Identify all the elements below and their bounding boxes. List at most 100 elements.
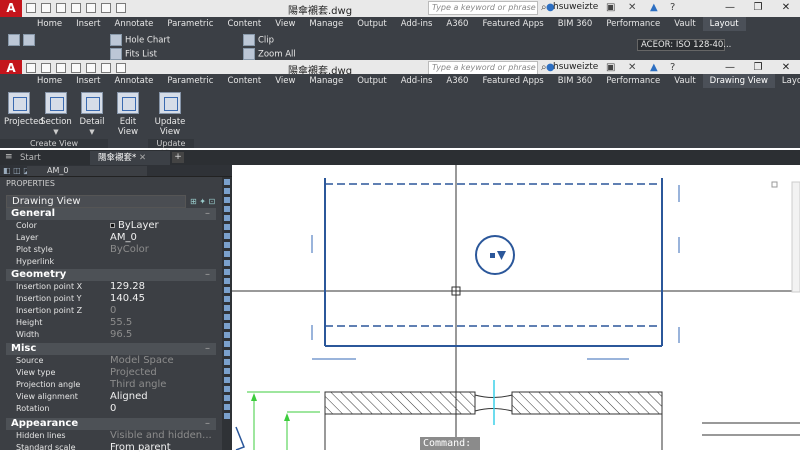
tool-icon[interactable]	[224, 296, 230, 302]
tab-annotate[interactable]: Annotate	[108, 74, 161, 88]
tab-home[interactable]: Home	[30, 17, 69, 31]
app-logo[interactable]: A	[0, 0, 22, 17]
collapse-icon[interactable]: –	[205, 418, 210, 430]
drawing-canvas[interactable]	[232, 165, 800, 450]
prop-row[interactable]: Standard scale From parent	[6, 442, 216, 454]
zoom-all-button[interactable]: Zoom All	[243, 48, 296, 60]
tab-output[interactable]: Output	[350, 74, 394, 88]
tab-manage[interactable]: Manage	[302, 17, 350, 31]
section-general[interactable]: General –	[6, 208, 216, 220]
tab-a360[interactable]: A360	[439, 74, 475, 88]
tab-annotate[interactable]: Annotate	[108, 17, 161, 31]
tab-vault[interactable]: Vault	[667, 17, 702, 31]
tool-icon[interactable]	[224, 188, 230, 194]
prop-row[interactable]: Color ByLayer	[6, 220, 216, 232]
search-input-front[interactable]: Type a keyword or phrase	[428, 61, 538, 75]
edit-view-button[interactable]: Edit View	[114, 92, 142, 137]
tab-bim360[interactable]: BIM 360	[551, 17, 600, 31]
tool-icon[interactable]	[224, 269, 230, 275]
cart-icon[interactable]: ▣	[606, 2, 615, 13]
open-icon[interactable]	[41, 3, 51, 13]
tab-layout[interactable]: Layout	[702, 17, 746, 31]
section-misc[interactable]: Misc –	[6, 343, 216, 355]
tool-icon[interactable]	[224, 341, 230, 347]
a360-icon[interactable]: ▲	[650, 62, 658, 73]
tab-vault[interactable]: Vault	[667, 74, 702, 88]
tool-icon[interactable]	[224, 323, 230, 329]
open-icon[interactable]	[41, 63, 51, 73]
exchange-icon[interactable]: ✕	[628, 62, 636, 73]
tab-parametric[interactable]: Parametric	[160, 74, 220, 88]
tool-icon[interactable]	[224, 260, 230, 266]
prop-row[interactable]: Width 96.5	[6, 329, 216, 341]
prop-row[interactable]: Rotation 0	[6, 403, 216, 415]
collapse-icon[interactable]: –	[205, 269, 210, 281]
tool-icon[interactable]	[224, 287, 230, 293]
undo-icon[interactable]	[101, 3, 111, 13]
print-icon[interactable]	[86, 63, 96, 73]
tool-icon[interactable]	[224, 206, 230, 212]
tab-a360[interactable]: A360	[439, 17, 475, 31]
prop-row[interactable]: Height 55.5	[6, 317, 216, 329]
standard-dropdown[interactable]: ACEOR: ISO 128-40...	[637, 39, 731, 51]
tool-icon[interactable]	[224, 224, 230, 230]
new-icon[interactable]	[26, 3, 36, 13]
tab-addins[interactable]: Add-ins	[394, 74, 440, 88]
tool-icon[interactable]	[224, 197, 230, 203]
tool-icon[interactable]	[224, 377, 230, 383]
prop-row[interactable]: Source Model Space	[6, 355, 216, 367]
prop-row[interactable]: Insertion point Y 140.45	[6, 293, 216, 305]
search-input[interactable]: Type a keyword or phrase	[428, 1, 538, 15]
tool-icon[interactable]	[224, 314, 230, 320]
tab-layout[interactable]: Layout	[775, 74, 800, 88]
fits-list-button[interactable]: Fits List	[110, 48, 157, 60]
undo-icon[interactable]	[101, 63, 111, 73]
tab-content[interactable]: Content	[220, 74, 268, 88]
prop-row[interactable]: Hyperlink	[6, 256, 216, 268]
tool-icon[interactable]	[224, 278, 230, 284]
prop-row[interactable]: Insertion point Z 0	[6, 305, 216, 317]
quick-select-icon[interactable]: ⊞ ✦ ⊡	[190, 197, 215, 206]
create-view-panel-title[interactable]: Create View	[0, 139, 108, 148]
detail-button[interactable]: Detail ▼	[78, 92, 106, 137]
projected-button[interactable]: Projected	[4, 92, 44, 127]
tab-insert[interactable]: Insert	[69, 17, 107, 31]
update-view-button[interactable]: Update View	[152, 92, 188, 137]
tool-icon[interactable]	[224, 179, 230, 185]
section-button[interactable]: Section ▼	[40, 92, 72, 137]
tool-icon[interactable]	[224, 359, 230, 365]
prop-row[interactable]: Layer AM_0	[6, 232, 216, 244]
tool-icon[interactable]	[224, 368, 230, 374]
minimize-icon[interactable]: —	[716, 0, 744, 16]
layout-icon[interactable]	[8, 34, 20, 46]
page-icon[interactable]	[23, 34, 35, 46]
tool-icon[interactable]	[224, 242, 230, 248]
redo-icon[interactable]	[116, 63, 126, 73]
saveas-icon[interactable]	[71, 63, 81, 73]
new-tab-button[interactable]: +	[172, 152, 184, 163]
update-view-panel-title[interactable]: Update View	[148, 139, 194, 157]
redo-icon[interactable]	[116, 3, 126, 13]
section-appearance[interactable]: Appearance –	[6, 418, 216, 430]
tab-insert[interactable]: Insert	[69, 74, 107, 88]
close-tab-icon[interactable]: ✕	[139, 153, 146, 163]
help-icon[interactable]: ?	[670, 2, 675, 13]
tool-icon[interactable]	[224, 233, 230, 239]
tab-manage[interactable]: Manage	[302, 74, 350, 88]
hole-chart-button[interactable]: Hole Chart	[110, 34, 170, 46]
collapse-icon[interactable]: –	[205, 208, 210, 220]
tab-current-file[interactable]: 陽傘襯套* ✕	[90, 151, 170, 165]
layer-combo[interactable]: AM_0	[27, 166, 147, 176]
tool-icon[interactable]	[224, 404, 230, 410]
tool-icon[interactable]	[224, 332, 230, 338]
prop-row[interactable]: Plot style ByColor	[6, 244, 216, 256]
tab-featured-apps[interactable]: Featured Apps	[475, 17, 550, 31]
tool-icon[interactable]	[224, 395, 230, 401]
prop-row[interactable]: View alignment Aligned	[6, 391, 216, 403]
tool-icon[interactable]	[224, 386, 230, 392]
save-icon[interactable]	[56, 63, 66, 73]
section-geometry[interactable]: Geometry –	[6, 269, 216, 281]
tab-addins[interactable]: Add-ins	[394, 17, 440, 31]
cart-icon[interactable]: ▣	[606, 62, 615, 73]
user-name[interactable]: hsuweizte	[553, 2, 598, 12]
